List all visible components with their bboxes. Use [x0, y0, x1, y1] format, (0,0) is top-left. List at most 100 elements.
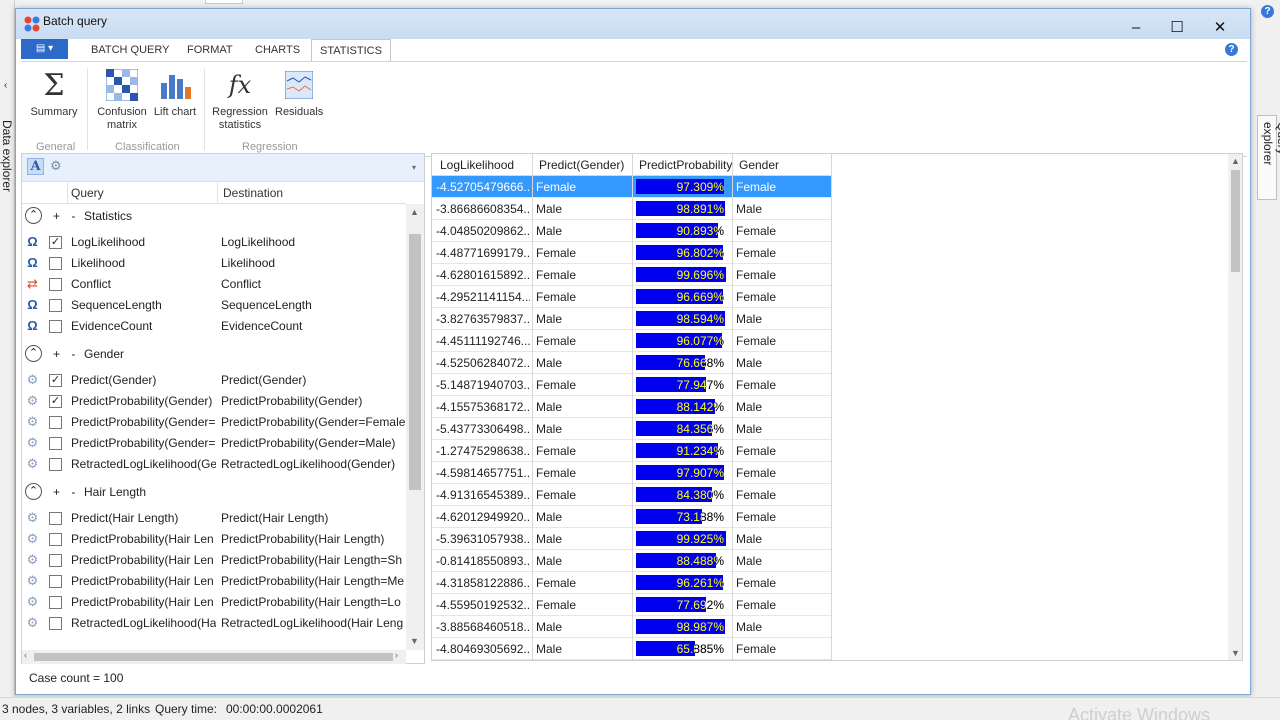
dropdown-icon[interactable]: ▾ — [412, 163, 416, 172]
table-row[interactable]: -3.88568460518... Male 98.987% Male — [432, 616, 832, 638]
tab-batch-query[interactable]: BATCH QUERY — [83, 39, 177, 61]
query-list-hscroll[interactable]: ‹ › — [22, 650, 406, 664]
query-row[interactable]: ⚙ ✓ Predict(Gender) Predict(Gender) — [22, 370, 406, 391]
gear-icon[interactable]: ⚙ — [50, 158, 62, 174]
table-row[interactable]: -4.80469305692... Male 65.885% Female — [432, 638, 832, 660]
query-row[interactable]: ⚙ Predict(Hair Length) Predict(Hair Length… — [22, 508, 406, 529]
query-checkbox[interactable] — [49, 278, 62, 291]
table-row[interactable]: -5.39631057938... Male 99.925% Male — [432, 528, 832, 550]
table-row[interactable]: -4.52705479666... Female 97.309% Female — [432, 176, 832, 198]
host-help-icon[interactable]: ? — [1261, 5, 1274, 18]
group-header[interactable]: ⌃ + - Gender — [22, 342, 406, 368]
query-checkbox[interactable]: ✓ — [49, 374, 62, 387]
query-row[interactable]: ⚙ RetractedLogLikelihood(Ha RetractedLogLi… — [22, 613, 406, 634]
table-row[interactable]: -1.27475298638... Female 91.234% Female — [432, 440, 832, 462]
query-checkbox[interactable] — [49, 617, 62, 630]
scroll-right-icon[interactable]: › — [395, 650, 398, 660]
table-row[interactable]: -5.14871940703... Female 77.947% Female — [432, 374, 832, 396]
scroll-down-icon[interactable]: ▼ — [1231, 648, 1240, 658]
table-row[interactable]: -4.45111192746... Female 96.077% Female — [432, 330, 832, 352]
scroll-up-icon[interactable]: ▲ — [1231, 156, 1240, 166]
query-row[interactable]: ⚙ PredictProbability(Hair Len PredictProba… — [22, 571, 406, 592]
query-row[interactable]: ⚙ PredictProbability(Gender= PredictProbab… — [22, 433, 406, 454]
query-row[interactable]: ⚙ PredictProbability(Hair Len PredictProba… — [22, 592, 406, 613]
scroll-left-icon[interactable]: ‹ — [24, 650, 27, 660]
query-row[interactable]: ⇄ Conflict Conflict — [22, 274, 406, 295]
table-row[interactable]: -4.29521141154... Female 96.669% Female — [432, 286, 832, 308]
col-destination-header[interactable]: Destination — [223, 186, 283, 200]
col-predict-probability-header[interactable]: PredictProbability — [639, 158, 732, 172]
maximize-button[interactable]: ☐ — [1157, 17, 1197, 39]
query-row[interactable]: Ω Likelihood Likelihood — [22, 253, 406, 274]
query-checkbox[interactable] — [49, 299, 62, 312]
table-row[interactable]: -5.43773306498... Male 84.356% Male — [432, 418, 832, 440]
query-checkbox[interactable] — [49, 554, 62, 567]
group-header[interactable]: ⌃ + - Statistics — [22, 204, 406, 230]
table-row[interactable]: -4.59814657751... Female 97.907% Female — [432, 462, 832, 484]
collapse-group-icon[interactable]: ⌃ — [25, 483, 42, 500]
tab-charts[interactable]: CHARTS — [247, 39, 308, 61]
collapse-group-icon[interactable]: ⌃ — [25, 345, 42, 362]
col-gender-header[interactable]: Gender — [739, 158, 831, 172]
query-row[interactable]: Ω SequenceLength SequenceLength — [22, 295, 406, 316]
query-checkbox[interactable] — [49, 257, 62, 270]
close-button[interactable]: ✕ — [1200, 17, 1240, 39]
col-predict-gender-header[interactable]: Predict(Gender) — [539, 158, 632, 172]
collapse-arrow-icon[interactable]: ‹ — [4, 80, 7, 91]
group-header[interactable]: ⌃ + - Hair Length — [22, 480, 406, 506]
text-mode-icon[interactable]: A — [27, 158, 44, 175]
table-row[interactable]: -3.82763579837... Male 98.594% Male — [432, 308, 832, 330]
query-checkbox[interactable] — [49, 596, 62, 609]
table-row[interactable]: -4.62801615892... Female 99.696% Female — [432, 264, 832, 286]
residuals-button[interactable]: Residuals — [275, 67, 323, 119]
table-row[interactable]: -0.81418550893... Male 88.488% Male — [432, 550, 832, 572]
query-row[interactable]: Ω EvidenceCount EvidenceCount — [22, 316, 406, 337]
scroll-thumb[interactable] — [409, 234, 421, 490]
expand-collapse-controls[interactable]: + - — [53, 209, 79, 223]
query-checkbox[interactable] — [49, 458, 62, 471]
table-row[interactable]: -4.91316545389... Female 84.380% Female — [432, 484, 832, 506]
confusion-matrix-button[interactable]: Confusion matrix — [94, 67, 150, 132]
table-row[interactable]: -4.04850209862... Male 90.893% Female — [432, 220, 832, 242]
summary-button[interactable]: Σ Summary — [29, 67, 79, 119]
table-row[interactable]: -4.52506284072... Male 76.668% Male — [432, 352, 832, 374]
tab-statistics[interactable]: STATISTICS — [311, 39, 391, 61]
query-checkbox[interactable]: ✓ — [49, 395, 62, 408]
query-row[interactable]: ⚙ PredictProbability(Hair Len PredictProba… — [22, 529, 406, 550]
query-row[interactable]: ⚙ ✓ PredictProbability(Gender) PredictProba… — [22, 391, 406, 412]
query-checkbox[interactable] — [49, 437, 62, 450]
help-icon[interactable]: ? — [1225, 43, 1238, 56]
minimize-button[interactable]: – — [1116, 17, 1156, 39]
title-bar[interactable]: Batch query – ☐ ✕ — [16, 9, 1250, 39]
query-list-vscroll[interactable]: ▲ ▼ — [406, 204, 424, 650]
query-row[interactable]: ⚙ PredictProbability(Gender= PredictProbab… — [22, 412, 406, 433]
scroll-up-icon[interactable]: ▲ — [410, 207, 419, 217]
host-tab[interactable] — [205, 0, 243, 4]
results-vscroll[interactable]: ▲ ▼ — [1228, 154, 1242, 660]
query-checkbox[interactable] — [49, 533, 62, 546]
query-checkbox[interactable]: ✓ — [49, 236, 62, 249]
lift-chart-button[interactable]: Lift chart — [153, 67, 197, 119]
tab-format[interactable]: FORMAT — [179, 39, 241, 61]
file-menu-button[interactable]: ▤ ▾ — [21, 39, 68, 59]
table-row[interactable]: -3.86686608354... Male 98.891% Male — [432, 198, 832, 220]
col-query-header[interactable]: Query — [71, 186, 104, 200]
table-row[interactable]: -4.62012949920... Male 73.188% Female — [432, 506, 832, 528]
query-row[interactable]: ⚙ PredictProbability(Hair Len PredictProba… — [22, 550, 406, 571]
query-checkbox[interactable] — [49, 575, 62, 588]
collapse-group-icon[interactable]: ⌃ — [25, 207, 42, 224]
table-row[interactable]: -4.15575368172... Male 88.142% Male — [432, 396, 832, 418]
query-checkbox[interactable] — [49, 416, 62, 429]
expand-collapse-controls[interactable]: + - — [53, 485, 79, 499]
regression-statistics-button[interactable]: fx Regression statistics — [211, 67, 269, 132]
data-explorer-panel[interactable]: ‹ Data explorer — [0, 0, 15, 700]
scroll-thumb[interactable] — [1231, 170, 1240, 272]
col-loglikelihood-header[interactable]: LogLikelihood — [440, 158, 532, 172]
query-checkbox[interactable] — [49, 320, 62, 333]
table-row[interactable]: -4.31858122886... Female 96.261% Female — [432, 572, 832, 594]
scroll-down-icon[interactable]: ▼ — [410, 636, 419, 646]
table-row[interactable]: -4.48771699179... Female 96.802% Female — [432, 242, 832, 264]
query-row[interactable]: ⚙ RetractedLogLikelihood(Ge RetractedLogLi… — [22, 454, 406, 475]
query-row[interactable]: Ω ✓ LogLikelihood LogLikelihood — [22, 232, 406, 253]
query-checkbox[interactable] — [49, 512, 62, 525]
